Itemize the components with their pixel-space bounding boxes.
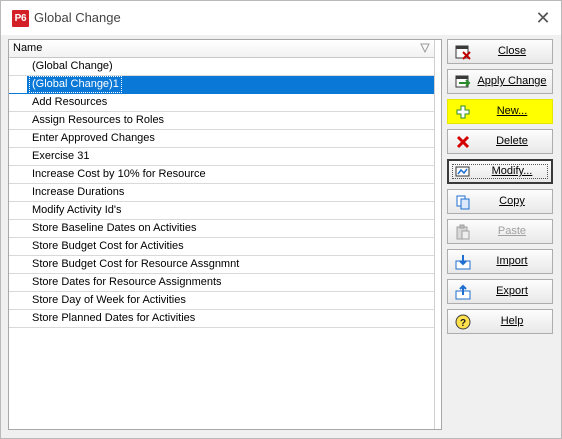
export-icon — [455, 284, 471, 300]
global-change-list[interactable]: Name (Global Change) (Global Change)1 Add … — [8, 39, 442, 430]
list-item-label: Store Dates for Resource Assignments — [32, 276, 222, 288]
modify-button-label: Modify... — [491, 165, 533, 177]
apply-change-icon — [455, 75, 471, 88]
list-item[interactable]: Increase Cost by 10% for Resource — [9, 166, 434, 184]
list-item[interactable]: Store Baseline Dates on Activities — [9, 220, 434, 238]
list-item-label: Store Planned Dates for Activities — [32, 312, 196, 324]
list-item-label: Exercise 31 — [32, 150, 90, 162]
delete-button-label: Delete — [496, 135, 528, 147]
window-close-icon[interactable]: ✕ — [529, 7, 557, 29]
paste-icon — [456, 224, 470, 240]
list-item-label: Increase Durations — [32, 186, 125, 198]
help-button[interactable]: ? Help — [447, 309, 553, 334]
help-icon: ? — [455, 314, 471, 330]
list-item[interactable]: (Global Change)1 — [9, 76, 434, 94]
apply-change-button-label: Apply Change — [477, 75, 547, 87]
close-doc-icon — [455, 45, 471, 60]
paste-button[interactable]: Paste — [447, 219, 553, 244]
list-item-label: (Global Change) — [32, 60, 113, 72]
list-item[interactable]: Exercise 31 — [9, 148, 434, 166]
list-item-label: Increase Cost by 10% for Resource — [32, 168, 206, 180]
close-button[interactable]: Close — [447, 39, 553, 64]
list-item[interactable]: Store Budget Cost for Resource Assgnmnt — [9, 256, 434, 274]
list-item-label: (Global Change)1 — [29, 76, 122, 93]
list-item-label: Add Resources — [32, 96, 108, 108]
import-button-label: Import — [496, 255, 528, 267]
row-selector — [9, 76, 27, 93]
plus-icon — [456, 105, 470, 119]
list-item[interactable]: Add Resources — [9, 94, 434, 112]
list-header[interactable]: Name — [9, 40, 434, 58]
new-button-label: New... — [496, 105, 528, 117]
title-bar: P6 Global Change ✕ — [1, 1, 561, 35]
delete-button[interactable]: Delete — [447, 129, 553, 154]
import-icon — [455, 255, 471, 270]
list-rows: (Global Change) (Global Change)1 Add Resou… — [9, 58, 434, 328]
copy-button-label: Copy — [499, 195, 525, 207]
export-button-label: Export — [496, 285, 528, 297]
list-item[interactable]: Store Planned Dates for Activities — [9, 310, 434, 328]
modify-button[interactable]: Modify... — [447, 159, 553, 184]
list-item-label: Store Baseline Dates on Activities — [32, 222, 197, 234]
list-item-label: Store Budget Cost for Activities — [32, 240, 184, 252]
help-button-label: Help — [500, 315, 524, 327]
modify-icon — [455, 166, 470, 177]
global-change-dialog: P6 Global Change ✕ Name (Global Change)(… — [0, 0, 562, 439]
red-x-icon — [456, 135, 470, 149]
list-item[interactable]: Assign Resources to Roles — [9, 112, 434, 130]
copy-button[interactable]: Copy — [447, 189, 553, 214]
list-item[interactable]: Enter Approved Changes — [9, 130, 434, 148]
import-button[interactable]: Import — [447, 249, 553, 274]
filter-sort-icon[interactable] — [420, 43, 430, 53]
list-item-label: Assign Resources to Roles — [32, 114, 165, 126]
paste-button-label: Paste — [497, 225, 527, 237]
list-item-label: Store Day of Week for Activities — [32, 294, 186, 306]
list-item[interactable]: Modify Activity Id's — [9, 202, 434, 220]
column-header-name[interactable]: Name — [13, 42, 42, 54]
svg-text:?: ? — [460, 318, 466, 329]
list-item[interactable]: Store Day of Week for Activities — [9, 292, 434, 310]
list-item[interactable]: (Global Change) — [9, 58, 434, 76]
copy-icon — [456, 195, 470, 210]
list-item-label: Modify Activity Id's — [32, 204, 122, 216]
new-button[interactable]: New... — [447, 99, 553, 124]
apply-change-button[interactable]: Apply Change — [447, 69, 553, 94]
list-item[interactable]: Store Dates for Resource Assignments — [9, 274, 434, 292]
p6-app-icon: P6 — [12, 10, 29, 27]
list-item-label: Store Budget Cost for Resource Assgnmnt — [32, 258, 240, 270]
column-divider — [434, 40, 435, 429]
export-button[interactable]: Export — [447, 279, 553, 304]
list-item[interactable]: Store Budget Cost for Activities — [9, 238, 434, 256]
window-title: Global Change — [34, 10, 121, 25]
close-button-label: Close — [497, 45, 527, 57]
list-item-label: Enter Approved Changes — [32, 132, 155, 144]
list-item[interactable]: Increase Durations — [9, 184, 434, 202]
